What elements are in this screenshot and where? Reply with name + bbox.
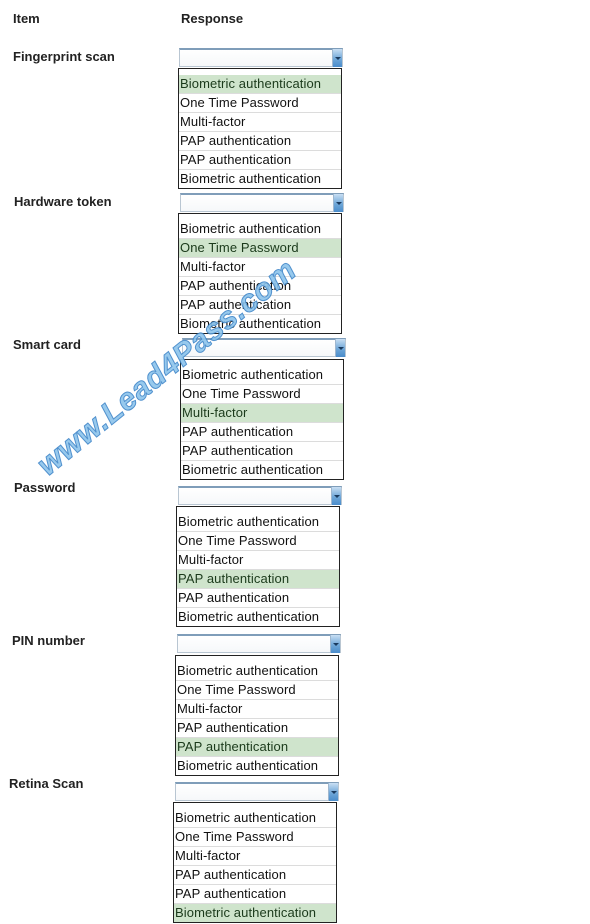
option-selected[interactable]: Biometric authentication: [174, 904, 336, 922]
option[interactable]: PAP authentication: [179, 132, 341, 151]
options-list-hardware-token[interactable]: Biometric authentication One Time Passwo…: [178, 213, 342, 334]
option[interactable]: PAP authentication: [176, 719, 338, 738]
item-label-retina-scan: Retina Scan: [9, 776, 84, 791]
options-list-pin-number[interactable]: Biometric authentication One Time Passwo…: [175, 655, 339, 776]
options-list-retina-scan[interactable]: Biometric authentication One Time Passwo…: [173, 802, 337, 923]
item-label-smart-card: Smart card: [13, 337, 81, 352]
option[interactable]: PAP authentication: [174, 866, 336, 885]
dropdown-arrow-icon[interactable]: [328, 783, 338, 801]
dropdown-arrow-icon[interactable]: [333, 194, 343, 212]
option[interactable]: One Time Password: [176, 681, 338, 700]
option[interactable]: PAP authentication: [174, 885, 336, 904]
option[interactable]: Biometric authentication: [177, 513, 339, 532]
option[interactable]: Biometric authentication: [179, 170, 341, 188]
option[interactable]: Biometric authentication: [177, 608, 339, 626]
item-label-pin-number: PIN number: [12, 633, 85, 648]
dropdown-arrow-icon[interactable]: [330, 635, 340, 653]
option[interactable]: One Time Password: [177, 532, 339, 551]
option[interactable]: PAP authentication: [179, 277, 341, 296]
option-selected[interactable]: Multi-factor: [181, 404, 343, 423]
response-column-header: Response: [181, 11, 244, 26]
option[interactable]: One Time Password: [179, 94, 341, 113]
option[interactable]: PAP authentication: [177, 589, 339, 608]
option[interactable]: Biometric authentication: [174, 809, 336, 828]
dropdown-arrow-icon[interactable]: [332, 49, 342, 67]
option[interactable]: Biometric authentication: [176, 662, 338, 681]
option[interactable]: One Time Password: [174, 828, 336, 847]
options-list-smart-card[interactable]: Biometric authentication One Time Passwo…: [180, 359, 344, 480]
option[interactable]: Multi-factor: [179, 113, 341, 132]
option[interactable]: Biometric authentication: [181, 461, 343, 479]
item-label-hardware-token: Hardware token: [14, 194, 112, 209]
option[interactable]: PAP authentication: [179, 296, 341, 315]
options-list-password[interactable]: Biometric authentication One Time Passwo…: [176, 506, 340, 627]
item-label-password: Password: [14, 480, 76, 495]
option-selected[interactable]: One Time Password: [179, 239, 341, 258]
option[interactable]: One Time Password: [181, 385, 343, 404]
option[interactable]: PAP authentication: [181, 423, 343, 442]
option[interactable]: Multi-factor: [177, 551, 339, 570]
dropdown-arrow-icon[interactable]: [331, 487, 341, 505]
option[interactable]: Biometric authentication: [176, 757, 338, 775]
option[interactable]: Biometric authentication: [181, 366, 343, 385]
option[interactable]: Multi-factor: [176, 700, 338, 719]
option[interactable]: Multi-factor: [179, 258, 341, 277]
response-select-hardware-token[interactable]: [180, 193, 344, 212]
response-select-fingerprint-scan[interactable]: [179, 48, 343, 67]
option-selected[interactable]: PAP authentication: [176, 738, 338, 757]
option[interactable]: Biometric authentication: [179, 315, 341, 333]
option[interactable]: PAP authentication: [179, 151, 341, 170]
response-select-pin-number[interactable]: [177, 634, 341, 653]
option[interactable]: Biometric authentication: [179, 220, 341, 239]
option[interactable]: PAP authentication: [181, 442, 343, 461]
item-column-header: Item: [13, 11, 40, 26]
option-selected[interactable]: PAP authentication: [177, 570, 339, 589]
option[interactable]: Multi-factor: [174, 847, 336, 866]
option-selected[interactable]: Biometric authentication: [179, 75, 341, 94]
options-list-fingerprint-scan[interactable]: Biometric authentication One Time Passwo…: [178, 68, 342, 189]
response-select-smart-card[interactable]: [182, 338, 346, 357]
dropdown-arrow-icon[interactable]: [335, 339, 345, 357]
response-select-password[interactable]: [178, 486, 342, 505]
item-label-fingerprint-scan: Fingerprint scan: [13, 49, 115, 64]
response-select-retina-scan[interactable]: [175, 782, 339, 801]
